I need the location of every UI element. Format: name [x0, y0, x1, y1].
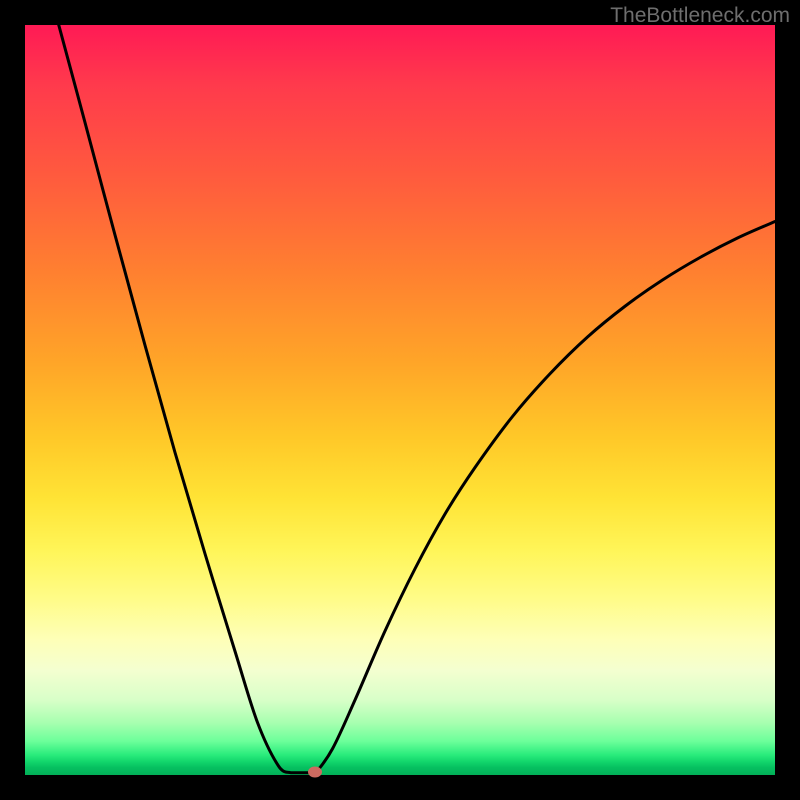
chart-frame: TheBottleneck.com	[0, 0, 800, 800]
bottleneck-curve	[25, 25, 775, 775]
minimum-marker	[308, 767, 322, 778]
watermark-text: TheBottleneck.com	[610, 4, 790, 28]
plot-area	[25, 25, 775, 775]
